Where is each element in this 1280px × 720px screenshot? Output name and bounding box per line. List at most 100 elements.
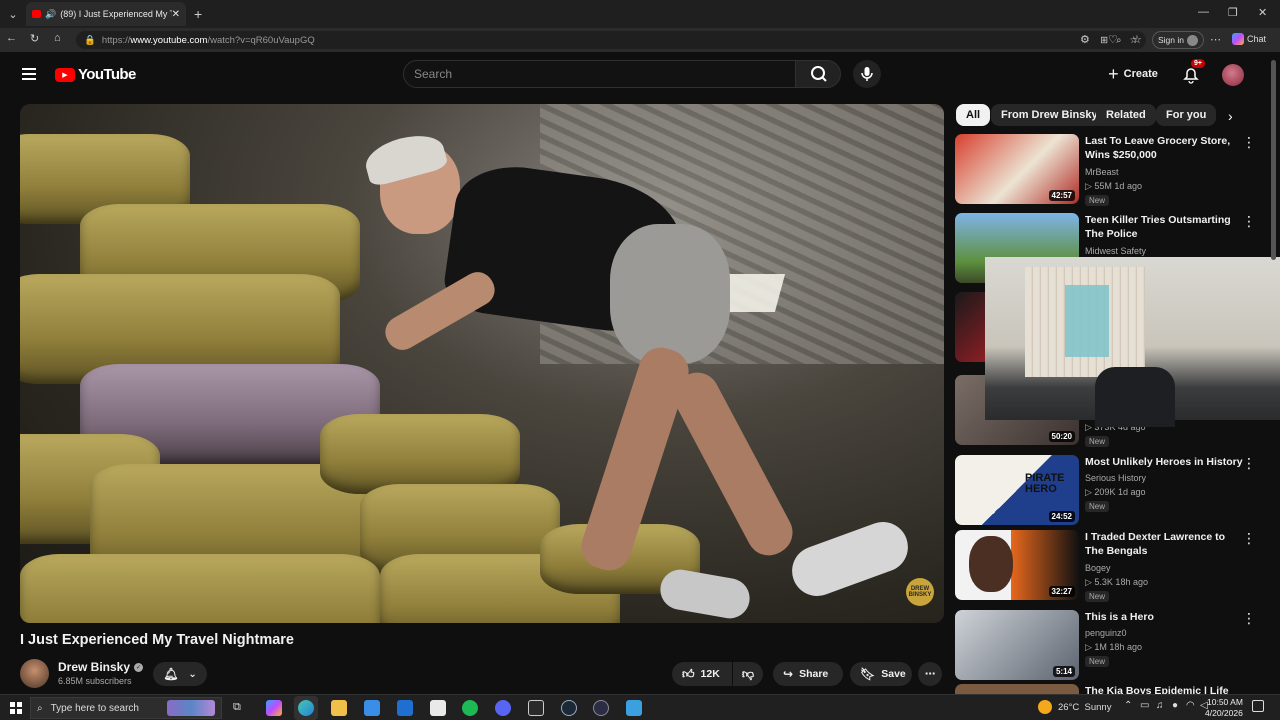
chip-from-channel[interactable]: From Drew Binsky bbox=[991, 104, 1108, 126]
close-window-icon[interactable]: ✕ bbox=[1258, 6, 1267, 19]
video-thumbnail[interactable]: 32:27 bbox=[955, 530, 1079, 600]
recommendation-meta: ▷ 209K 1d ago bbox=[1085, 487, 1146, 497]
notifications-button[interactable]: 9+ bbox=[1180, 59, 1205, 86]
remote-desktop-icon[interactable] bbox=[626, 700, 642, 716]
notepad-icon[interactable] bbox=[430, 700, 446, 716]
microphone-icon[interactable]: ● bbox=[1172, 700, 1178, 711]
video-thumbnail[interactable]: 42:57 bbox=[955, 134, 1079, 204]
url-field[interactable]: 🔒 https://www.youtube.com/watch?v=qR60uV… bbox=[76, 31, 1146, 49]
app-available-icon[interactable]: ⊞ bbox=[1100, 35, 1108, 46]
chat-button[interactable]: Chat bbox=[1232, 33, 1266, 45]
spotify-icon[interactable] bbox=[462, 700, 478, 716]
mail-icon[interactable] bbox=[397, 700, 413, 716]
task-view-icon[interactable]: ⧉ bbox=[233, 701, 241, 714]
home-icon[interactable]: ⌂ bbox=[54, 32, 61, 44]
create-button[interactable]: + Create bbox=[1100, 60, 1166, 88]
new-tab-icon[interactable]: + bbox=[194, 6, 202, 22]
new-badge: New bbox=[1085, 501, 1110, 512]
taskbar-search-placeholder: Type here to search bbox=[50, 702, 139, 714]
more-options-icon[interactable]: ⋮ bbox=[1242, 134, 1256, 151]
browser-essentials-icon[interactable]: ♡ bbox=[1108, 33, 1118, 46]
recommendation-item[interactable]: PIRATE HERO 24:52 Most Unlikely Heroes in… bbox=[955, 455, 1265, 527]
subscription-bell-button[interactable]: 🔔︎ ⌄ bbox=[153, 662, 207, 686]
notification-center-icon[interactable] bbox=[1252, 700, 1264, 712]
network-icon[interactable]: ▭ bbox=[1140, 700, 1149, 711]
copilot-icon[interactable] bbox=[266, 700, 282, 716]
chip-label: For you bbox=[1166, 109, 1207, 121]
recommendation-item[interactable]: 5:14 This is a Hero penguinz0 ▷ 1M 18h a… bbox=[955, 610, 1265, 682]
url-path: /watch?v=qR60uVaupGQ bbox=[207, 34, 315, 46]
more-dots-icon: ⋯ bbox=[924, 668, 936, 680]
more-options-icon[interactable]: ⋮ bbox=[1242, 455, 1256, 472]
recommendation-item[interactable]: 42:57 Last To Leave Grocery Store, Wins … bbox=[955, 134, 1265, 206]
duration-badge: 50:20 bbox=[1048, 431, 1075, 442]
video-player[interactable]: DREW BINSKY bbox=[20, 104, 944, 623]
video-title: I Just Experienced My Travel Nightmare bbox=[20, 632, 294, 648]
file-explorer-icon[interactable] bbox=[331, 700, 347, 716]
avatar[interactable] bbox=[1222, 64, 1244, 86]
recommendation-item[interactable]: The Kia Boys Epidemic | Life as... bbox=[955, 684, 1265, 694]
extensions-icon[interactable]: ⚙ bbox=[1080, 33, 1090, 46]
headset-icon[interactable]: ♫ bbox=[1156, 700, 1164, 711]
hamburger-menu-icon[interactable] bbox=[22, 68, 36, 80]
discord-icon[interactable] bbox=[495, 700, 511, 716]
chevron-right-icon[interactable]: › bbox=[1228, 108, 1233, 124]
share-button[interactable]: ↪ Share bbox=[773, 662, 843, 686]
video-thumbnail[interactable]: PIRATE HERO 24:52 bbox=[955, 455, 1079, 525]
steam-icon[interactable] bbox=[561, 700, 577, 716]
collections-icon[interactable]: ☆ bbox=[1132, 33, 1142, 46]
clock-date[interactable]: 4/20/2026 bbox=[1205, 708, 1243, 718]
video-thumbnail[interactable] bbox=[955, 684, 1079, 694]
search-input[interactable]: Search bbox=[403, 60, 796, 88]
active-app-indicator bbox=[294, 696, 318, 720]
recommendation-meta: ▷ 5.3K 18h ago bbox=[1085, 577, 1148, 587]
more-actions-button[interactable]: ⋯ bbox=[918, 662, 942, 686]
media-player-icon[interactable] bbox=[593, 700, 609, 716]
sign-in-button[interactable]: Sign in bbox=[1152, 31, 1204, 49]
voice-search-button[interactable] bbox=[853, 60, 881, 88]
video-thumbnail[interactable]: 5:14 bbox=[955, 610, 1079, 680]
youtube-logo[interactable]: ▶ YouTube bbox=[55, 66, 136, 83]
webcam-overlay bbox=[985, 257, 1280, 427]
speaker-icon[interactable]: 🔊 bbox=[45, 9, 56, 20]
share-icon: ↪ bbox=[783, 667, 794, 681]
tab-list-icon[interactable]: ⌄ bbox=[6, 7, 20, 21]
more-options-icon[interactable]: ⋮ bbox=[1242, 610, 1256, 627]
chip-related[interactable]: Related bbox=[1096, 104, 1156, 126]
like-button[interactable]: 👍︎ 12K bbox=[672, 662, 732, 686]
recommendation-item[interactable]: 32:27 I Traded Dexter Lawrence to The Be… bbox=[955, 530, 1265, 602]
taskbar-search-input[interactable]: ⌕ Type here to search bbox=[30, 697, 222, 719]
clock-time[interactable]: 10:50 AM bbox=[1207, 697, 1243, 707]
tray-chevron-icon[interactable]: ⌃ bbox=[1124, 700, 1132, 711]
chip-label: From Drew Binsky bbox=[1001, 109, 1098, 121]
chip-all[interactable]: All bbox=[956, 104, 991, 126]
windows-start-icon[interactable] bbox=[10, 702, 22, 714]
more-options-icon[interactable]: ⋮ bbox=[1242, 213, 1256, 230]
more-menu-icon[interactable]: ⋯ bbox=[1210, 33, 1221, 46]
save-button[interactable]: 🔖︎ Save bbox=[850, 662, 912, 686]
restore-icon[interactable]: ❐ bbox=[1228, 6, 1238, 19]
refresh-icon[interactable]: ↻ bbox=[30, 32, 39, 45]
browser-tab[interactable]: 🔊 (89) I Just Experienced My Tra ✕ bbox=[26, 2, 186, 26]
back-icon[interactable]: ← bbox=[6, 32, 17, 44]
weather-icon[interactable] bbox=[1038, 700, 1052, 714]
search-button[interactable] bbox=[795, 60, 841, 88]
minimize-icon[interactable]: — bbox=[1198, 6, 1209, 18]
chip-for-you[interactable]: For you bbox=[1156, 104, 1217, 126]
chip-label: Related bbox=[1106, 109, 1146, 121]
close-tab-icon[interactable]: ✕ bbox=[172, 9, 180, 20]
recommendation-meta: ▷ 55M 1d ago bbox=[1085, 181, 1142, 191]
wifi-icon[interactable]: ◠ bbox=[1186, 700, 1195, 711]
youtube-wordmark: YouTube bbox=[78, 66, 136, 83]
epic-games-icon[interactable] bbox=[528, 700, 544, 716]
page-scrollbar[interactable] bbox=[1271, 60, 1276, 260]
channel-name[interactable]: Drew Binsky ✓ bbox=[58, 660, 144, 674]
window-glass bbox=[1065, 285, 1109, 357]
more-options-icon[interactable]: ⋮ bbox=[1242, 530, 1256, 547]
channel-avatar[interactable] bbox=[20, 659, 49, 688]
weather-text[interactable]: 26°C Sunny bbox=[1058, 702, 1111, 713]
dislike-button[interactable]: 👎︎ bbox=[733, 662, 763, 686]
store-icon[interactable] bbox=[364, 700, 380, 716]
sack bbox=[20, 554, 380, 623]
youtube-header: ▶ YouTube Search + Create 9+ bbox=[0, 52, 1280, 100]
